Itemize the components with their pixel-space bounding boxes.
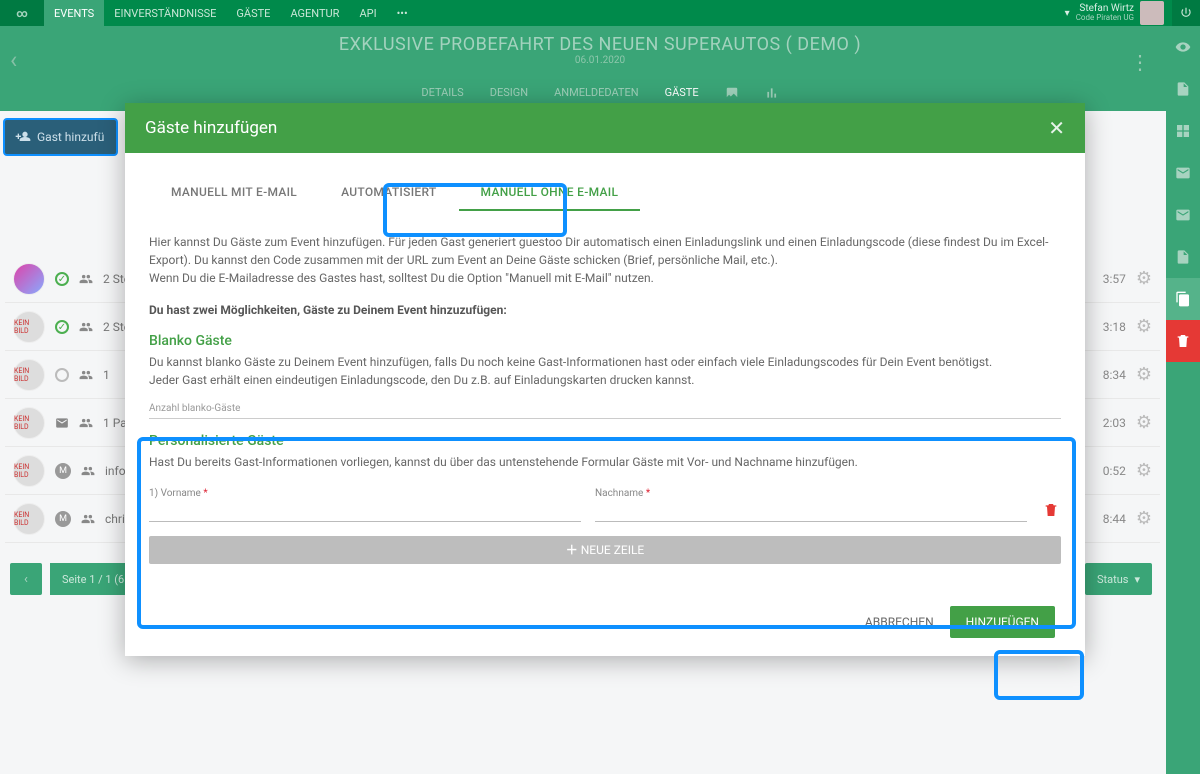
back-icon[interactable]: ‹: [10, 46, 17, 74]
modal-footer: ABBRECHEN HINZUFÜGEN: [125, 588, 1085, 656]
highlight-box: [994, 650, 1084, 700]
rail-grid-icon[interactable]: [1166, 110, 1200, 152]
gear-icon[interactable]: ⚙: [1136, 316, 1152, 337]
chevron-down-icon: ▾: [1134, 573, 1140, 586]
status-badge: M: [55, 463, 71, 479]
avatar: KEIN BILD: [13, 311, 45, 343]
add-guest-label: Gast hinzufü: [37, 130, 104, 144]
row-time: 0:52: [1103, 464, 1126, 478]
people-icon: [81, 464, 95, 478]
status-badge: [55, 368, 69, 382]
event-menu-icon[interactable]: ⋮: [1130, 50, 1150, 74]
blanko-input[interactable]: [149, 418, 1061, 419]
personal-desc: Hast Du bereits Gast-Informationen vorli…: [149, 453, 1061, 471]
lastname-field[interactable]: Nachname *: [595, 485, 1027, 522]
modal-tab-automated[interactable]: AUTOMATISIERT: [319, 175, 458, 211]
people-icon: [79, 368, 93, 382]
guest-form-row: 1) Vorname * Nachname *: [149, 485, 1061, 522]
row-time: 3:18: [1103, 320, 1126, 334]
top-tab-agency[interactable]: AGENTUR: [280, 0, 349, 26]
event-header: ‹ EXKLUSIVE PROBEFAHRT DES NEUEN SUPERAU…: [0, 26, 1200, 111]
modal-tab-manual-email[interactable]: MANUELL MIT E-MAIL: [149, 175, 319, 211]
rail-doc1-icon[interactable]: [1166, 68, 1200, 110]
pagination: ‹ Seite 1 / 1 (6: [10, 563, 136, 595]
modal-title: Gäste hinzufügen: [145, 118, 277, 138]
intro-bold: Du hast zwei Möglichkeiten, Gäste zu Dei…: [149, 301, 1061, 319]
rail-eye-icon[interactable]: [1166, 26, 1200, 68]
logout-icon[interactable]: [1172, 0, 1200, 26]
gear-icon[interactable]: ⚙: [1136, 460, 1152, 481]
people-icon: [79, 416, 93, 430]
blanko-desc: Du kannst blanko Gäste zu Deinem Event h…: [149, 353, 1061, 389]
gear-icon[interactable]: ⚙: [1136, 412, 1152, 433]
gear-icon[interactable]: ⚙: [1136, 364, 1152, 385]
sort-label: Status: [1097, 573, 1128, 586]
person-add-icon: [15, 129, 31, 145]
modal-tab-manual-noemail[interactable]: MANUELL OHNE E-MAIL: [459, 175, 641, 211]
top-tab-api[interactable]: API: [349, 0, 386, 26]
status-badge: [55, 272, 69, 286]
row-time: 2:03: [1103, 416, 1126, 430]
people-icon: [79, 272, 93, 286]
event-date: 06.01.2020: [0, 55, 1200, 66]
personal-title: Personalisierte Gäste: [149, 433, 1061, 449]
top-tab-consents[interactable]: EINVERSTÄNDNISSE: [104, 0, 226, 26]
gear-icon[interactable]: ⚙: [1136, 508, 1152, 529]
add-guest-button[interactable]: Gast hinzufü: [3, 118, 118, 156]
avatar: [13, 263, 45, 295]
user-avatar: [1140, 1, 1164, 25]
rail-pdf-icon[interactable]: [1166, 236, 1200, 278]
top-tab-guests[interactable]: GÄSTE: [226, 0, 280, 26]
avatar: KEIN BILD: [13, 359, 45, 391]
page-info: Seite 1 / 1 (6: [50, 563, 136, 595]
rail-trash-icon[interactable]: [1166, 320, 1200, 362]
people-icon: [79, 320, 93, 334]
avatar: KEIN BILD: [13, 503, 45, 535]
blanko-title: Blanko Gäste: [149, 333, 1061, 349]
row-time: 3:57: [1103, 272, 1126, 286]
top-tabs: EVENTS EINVERSTÄNDNISSE GÄSTE AGENTUR AP…: [44, 0, 418, 26]
add-guests-modal: Gäste hinzufügen ✕ MANUELL MIT E-MAIL AU…: [125, 103, 1085, 656]
top-tab-more[interactable]: •••: [387, 0, 418, 26]
modal-tabs: MANUELL MIT E-MAIL AUTOMATISIERT MANUELL…: [149, 175, 1061, 211]
rail-copy-icon[interactable]: [1166, 278, 1200, 320]
close-icon[interactable]: ✕: [1048, 116, 1065, 140]
gear-icon[interactable]: ⚙: [1136, 268, 1152, 289]
top-nav: ∞ EVENTS EINVERSTÄNDNISSE GÄSTE AGENTUR …: [0, 0, 1200, 26]
modal-header: Gäste hinzufügen ✕: [125, 103, 1085, 153]
people-icon: [81, 512, 95, 526]
intro-text: Hier kannst Du Gäste zum Event hinzufüge…: [149, 233, 1061, 287]
page-prev-button[interactable]: ‹: [10, 563, 42, 595]
row-time: 8:34: [1103, 368, 1126, 382]
cancel-button[interactable]: ABBRECHEN: [865, 615, 934, 629]
delete-row-icon[interactable]: [1041, 502, 1061, 522]
avatar: KEIN BILD: [13, 407, 45, 439]
user-org: Code Piraten UG: [1076, 14, 1134, 23]
status-badge: [55, 320, 69, 334]
modal-overlay: Gäste hinzufügen ✕ MANUELL MIT E-MAIL AU…: [0, 0, 1200, 774]
firstname-field[interactable]: 1) Vorname *: [149, 485, 581, 522]
user-menu[interactable]: ▾ Stefan Wirtz Code Piraten UG: [1057, 0, 1172, 26]
rail-mail1-icon[interactable]: [1166, 152, 1200, 194]
event-title: EXKLUSIVE PROBEFAHRT DES NEUEN SUPERAUTO…: [0, 34, 1200, 55]
mail-icon: [55, 416, 69, 430]
app-logo[interactable]: ∞: [0, 0, 44, 26]
row-time: 8:44: [1103, 512, 1126, 526]
add-button[interactable]: HINZUFÜGEN: [950, 606, 1055, 638]
avatar: KEIN BILD: [13, 455, 45, 487]
new-row-button[interactable]: ＋ NEUE ZEILE: [149, 536, 1061, 564]
sort-dropdown[interactable]: Status ▾: [1085, 563, 1152, 595]
row-text: 1: [103, 368, 110, 382]
rail-mail2-icon[interactable]: [1166, 194, 1200, 236]
status-badge: M: [55, 511, 71, 527]
blanko-input-label: Anzahl blanko-Gäste: [149, 403, 1061, 414]
top-tab-events[interactable]: EVENTS: [44, 0, 104, 26]
right-rail: [1166, 26, 1200, 774]
